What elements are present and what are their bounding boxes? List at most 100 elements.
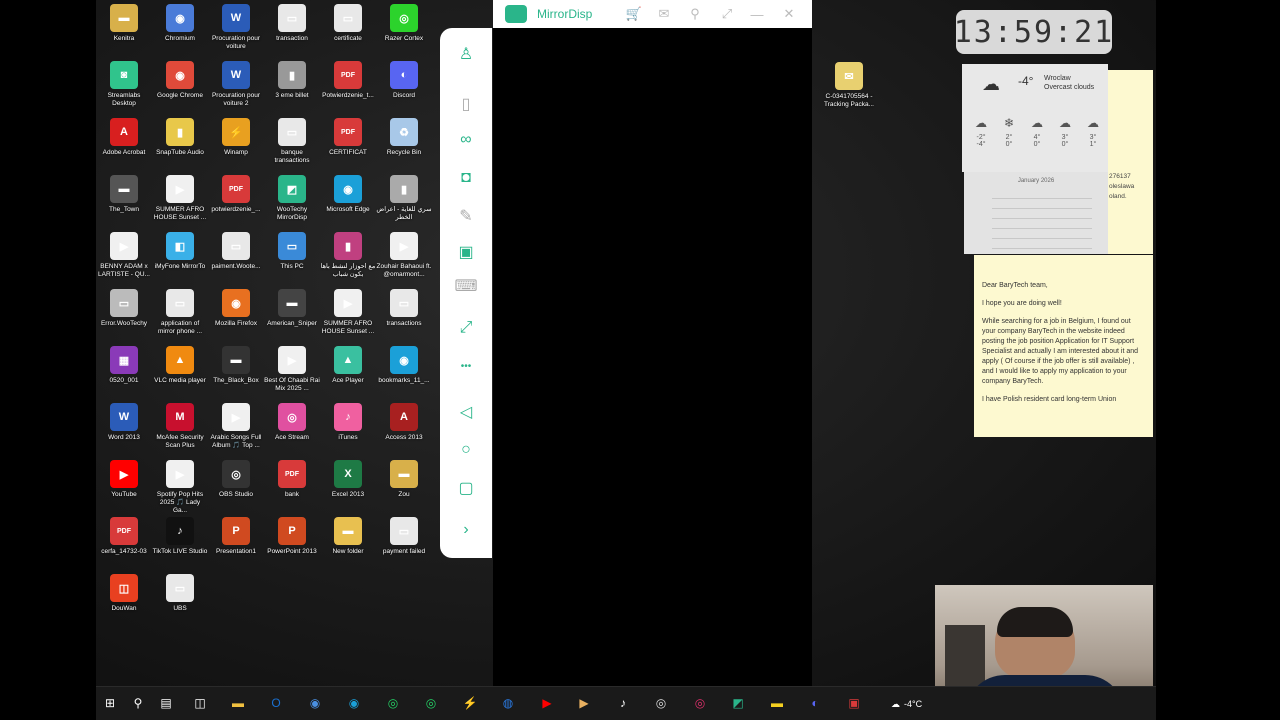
desktop-icon[interactable]: ▭ This PC [264, 232, 320, 271]
desktop-icon[interactable]: PDF Potwierdzenie_t... [320, 61, 376, 100]
winamp-icon[interactable]: ⚡ [458, 691, 482, 715]
tiktok-icon[interactable]: ♪ [611, 691, 635, 715]
desktop-icon[interactable]: ▬ The_Town [96, 175, 152, 214]
desktop-icon[interactable]: ▭ transaction [264, 4, 320, 43]
desktop-icon[interactable]: ▶ Spotify Pop Hits 2025 🎵 Lady Ga... [152, 460, 208, 515]
desktop-icon[interactable]: ◉ Microsoft Edge [320, 175, 376, 214]
desktop-icon[interactable]: A Adobe Acrobat [96, 118, 152, 157]
desktop-icon[interactable]: ◎ OBS Studio [208, 460, 264, 499]
weather-widget[interactable]: ☁ -4° Wroclaw Overcast clouds ☁ -2° -4° ❄ 2°… [962, 64, 1108, 172]
desktop-icon[interactable]: ◎ Razer Cortex [376, 4, 432, 43]
desktop-icon[interactable]: ◙ Streamlabs Desktop [96, 61, 152, 108]
file-explorer-icon[interactable]: ▬ [226, 691, 250, 715]
desktop-icon[interactable]: ▶ SUMMER AFRO HOUSE Sunset ... [320, 289, 376, 336]
resize-icon[interactable]: ⤢ [717, 4, 737, 24]
back-icon[interactable]: ◁ [454, 400, 478, 424]
desktop-icon[interactable]: ▬ The_Black_Box [208, 346, 264, 385]
desktop-icon[interactable]: ▭ Error.WooTechy [96, 289, 152, 328]
mail-icon[interactable]: ✉ [654, 4, 674, 24]
camera-icon[interactable]: ◘ [454, 166, 478, 190]
task-view-icon[interactable]: ▤ [154, 691, 178, 715]
desktop-icon[interactable]: ◩ WooTechy MirrorDisp [264, 175, 320, 222]
desktop-icon[interactable]: ◎ Ace Stream [264, 403, 320, 442]
whatsapp-icon[interactable]: ◎ [381, 691, 405, 715]
desktop-icon[interactable]: W Word 2013 [96, 403, 152, 442]
youtube-icon[interactable]: ▶ [535, 691, 559, 715]
discord-icon[interactable]: ◐ [803, 691, 827, 715]
desktop-icon[interactable]: W Procuration pour voiture [208, 4, 264, 51]
pdf-reader-icon[interactable]: ▣ [842, 691, 866, 715]
store-icon[interactable]: ◫ [188, 691, 212, 715]
sticky-notes-icon[interactable]: ▬ [765, 691, 789, 715]
desktop-icon[interactable]: ♻ Recycle Bin [376, 118, 432, 157]
desktop-icon[interactable]: ▭ payment failed [376, 517, 432, 556]
record-icon[interactable]: ▣ [454, 240, 478, 264]
recent-apps-icon[interactable]: ▢ [454, 476, 478, 500]
keyboard-icon[interactable]: ⌨ [454, 274, 478, 298]
whatsapp-business-icon[interactable]: ◎ [419, 691, 443, 715]
desktop-icon[interactable]: ◫ DouWan [96, 574, 152, 613]
desktop-icon[interactable]: ◧ iMyFone MirrorTo [152, 232, 208, 271]
desktop-icon[interactable]: ⚡ Winamp [208, 118, 264, 157]
chrome-icon[interactable]: ◉ [303, 691, 327, 715]
desktop-icon[interactable]: M McAfee Security Scan Plus [152, 403, 208, 450]
desktop-icon[interactable]: PDF bank [264, 460, 320, 499]
expand-icon[interactable]: ⤢ [454, 316, 478, 340]
desktop-icon[interactable]: ▭ banque transactions [264, 118, 320, 165]
desktop-icon[interactable]: ♪ iTunes [320, 403, 376, 442]
desktop-icon[interactable]: ▶ Zouhair Bahaoui ft. @omarmont... [376, 232, 432, 279]
home-icon[interactable]: ○ [454, 438, 478, 462]
instagram-icon[interactable]: ◎ [688, 691, 712, 715]
desktop-icon[interactable]: ▲ VLC media player [152, 346, 208, 385]
desktop-icon[interactable]: ▭ UBS [152, 574, 208, 613]
desktop-icon[interactable]: PDF cerfa_14732-03 [96, 517, 152, 556]
desktop-icon[interactable]: ▭ application of mirror phone ... [152, 289, 208, 336]
mirror-title-bar[interactable]: MirrorDisp 🛒 ✉ ⚲ ⤢ — ✕ [493, 0, 812, 28]
outlook-icon[interactable]: O [264, 691, 288, 715]
pin-icon[interactable]: ⚲ [685, 4, 705, 24]
desktop-icon[interactable]: ▮ مع أحوزار لنشط باها بكون شباب [320, 232, 376, 279]
desktop-icon[interactable]: ▭ certificate [320, 4, 376, 43]
desktop-icon[interactable]: ◉ Google Chrome [152, 61, 208, 100]
desktop-icon[interactable]: PDF CERTIFICAT [320, 118, 376, 157]
desktop-icon[interactable]: ▭ paiment.Woote... [208, 232, 264, 271]
search-icon[interactable]: ⚲ [126, 691, 150, 715]
collapse-arrow-icon[interactable]: › [454, 518, 478, 542]
desktop-icon[interactable]: ▶ YouTube [96, 460, 152, 499]
desktop-icon[interactable]: ▶ Best Of Chaabi Rai Mix 2025 ... [264, 346, 320, 393]
desktop-icon[interactable]: ▬ Kenitra [96, 4, 152, 43]
desktop-icon[interactable]: ▮ 3 eme billet [264, 61, 320, 100]
close-icon[interactable]: ✕ [779, 4, 799, 24]
desktop-icon[interactable]: A Access 2013 [376, 403, 432, 442]
cart-icon[interactable]: 🛒 [624, 4, 644, 24]
start-icon[interactable]: ⊞ [98, 691, 122, 715]
mouse-icon[interactable]: ▯ [454, 92, 478, 116]
edge-icon[interactable]: ◉ [342, 691, 366, 715]
desktop-icon[interactable]: ▬ American_Sniper [264, 289, 320, 328]
desktop-icon[interactable]: ▶ SUMMER AFRO HOUSE Sunset ... [152, 175, 208, 222]
sticky-note-address[interactable]: 276137 oleslawa oland. [1108, 70, 1153, 254]
more-icon[interactable]: ••• [454, 354, 478, 378]
desktop-icon[interactable]: W Procuration pour voiture 2 [208, 61, 264, 108]
desktop-icon[interactable]: ▲ Ace Player [320, 346, 376, 385]
desktop-icon[interactable]: ▶ BENNY ADAM x LARTISTE - QU... [96, 232, 152, 279]
desktop-icon[interactable]: ▶ Arabic Songs Full Album 🎵 Top ... [208, 403, 264, 450]
infinity-icon[interactable]: ∞ [454, 128, 478, 152]
desktop-icon[interactable]: PDF potwierdzenie_... [208, 175, 264, 214]
minimize-icon[interactable]: — [747, 4, 767, 24]
sticky-note-letter[interactable]: Dear BaryTech team, I hope you are doing… [974, 255, 1153, 437]
desktop-icon[interactable]: ▬ Zou [376, 460, 432, 499]
desktop-icon[interactable]: ▦ 0520_001 [96, 346, 152, 385]
mirrordisp-icon[interactable]: ◩ [726, 691, 750, 715]
messenger-icon[interactable]: ◍ [496, 691, 520, 715]
desktop-icon[interactable]: ▭ transactions [376, 289, 432, 328]
desktop-icon[interactable]: ◉ bookmarks_11_... [376, 346, 432, 385]
desktop-icon[interactable]: X Excel 2013 [320, 460, 376, 499]
desktop-icon[interactable]: ◐ Discord [376, 61, 432, 100]
razer-icon[interactable]: ◎ [649, 691, 673, 715]
taskbar-weather-temp[interactable]: -4°C [904, 699, 922, 709]
media-player-icon[interactable]: ▶ [572, 691, 596, 715]
desktop-icon[interactable]: ▮ SnapTube Audio [152, 118, 208, 157]
draw-icon[interactable]: ✎ [454, 204, 478, 228]
desktop-icon[interactable]: ♪ TikTok LIVE Studio [152, 517, 208, 556]
